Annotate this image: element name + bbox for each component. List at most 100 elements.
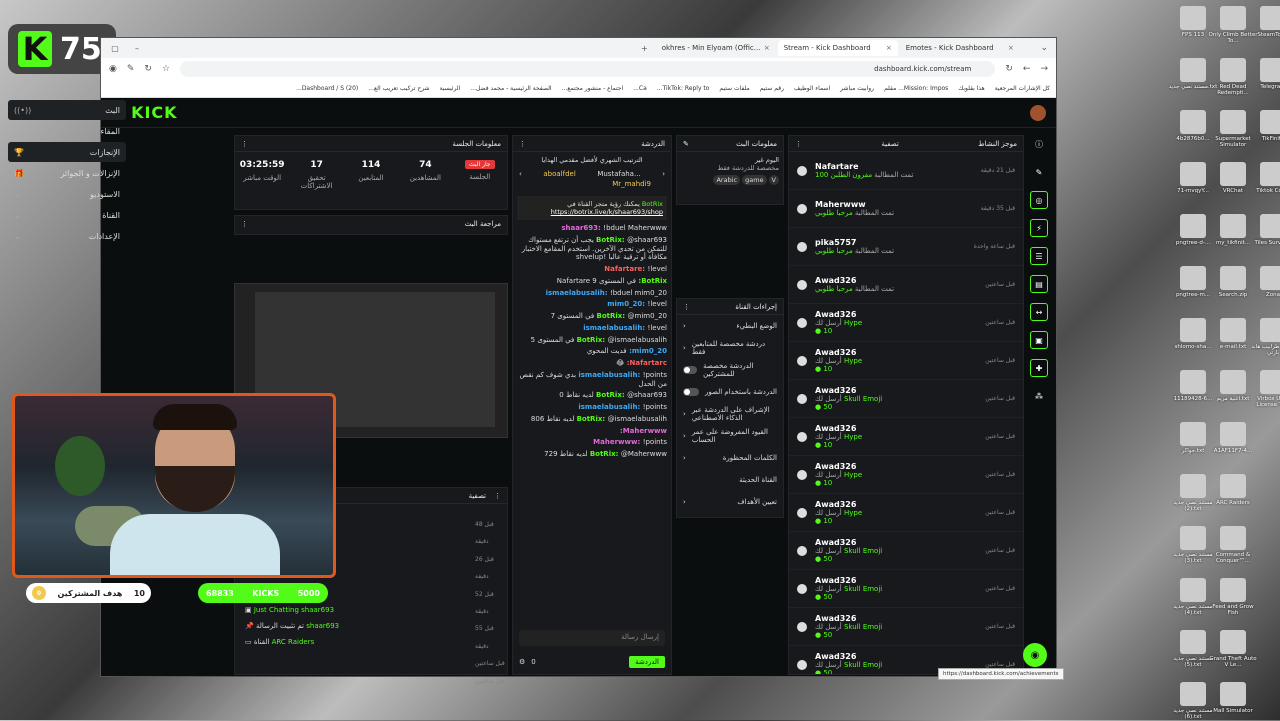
activity-user[interactable]: pika5757 xyxy=(815,238,966,247)
activity-user[interactable]: Nafartare xyxy=(815,162,973,171)
sidebar-item-content[interactable]: المقاء xyxy=(8,121,126,141)
desktop-icon[interactable]: A1AF11F7-4... xyxy=(1208,422,1258,454)
avatar[interactable] xyxy=(1030,104,1046,121)
bolt-icon[interactable]: ⚡ xyxy=(1030,219,1048,237)
chat-username[interactable]: Maherwww: xyxy=(620,427,667,435)
edit-icon[interactable]: ✎ xyxy=(1030,163,1048,181)
activity-user[interactable]: Awad326 xyxy=(815,538,977,547)
sidebar-item-drops[interactable]: 🎁 الإنزالات و الجوائز xyxy=(8,163,126,183)
chevron-right-icon[interactable]: › xyxy=(662,170,665,178)
activity-user[interactable]: Awad326 xyxy=(815,348,977,357)
more-icon[interactable]: ⋮ xyxy=(241,220,248,228)
bookmark-item[interactable]: ملفات ستيم xyxy=(719,85,749,92)
toggle[interactable] xyxy=(683,366,698,374)
sidebar-item-stream[interactable]: ((•)) البث xyxy=(8,100,126,120)
toggle[interactable] xyxy=(683,388,699,396)
help-fab-button[interactable]: ◉ xyxy=(1023,643,1047,667)
edit-icon[interactable]: ✎ xyxy=(683,140,689,148)
star-icon[interactable]: ☆ xyxy=(162,64,170,74)
filter-button[interactable]: تصفية xyxy=(881,140,898,148)
bookmark-item[interactable]: الصفحة الرئيسية - محمد فضل... xyxy=(470,85,551,92)
chat-username[interactable]: shaar693: xyxy=(561,224,603,232)
activity-user[interactable]: Awad326 xyxy=(815,276,977,285)
tag[interactable]: game xyxy=(742,175,767,185)
chat-username[interactable]: ismaelabusalih: xyxy=(578,403,642,411)
desktop-icon[interactable]: Tiles Survive! xyxy=(1248,214,1280,246)
more-icon[interactable]: ⋮ xyxy=(795,140,802,148)
bookmark-item[interactable]: كل الإشارات المرجعية xyxy=(995,85,1050,92)
bookmark-item[interactable]: Ca... xyxy=(633,85,647,92)
new-tab-button[interactable]: + xyxy=(641,44,648,53)
close-icon[interactable]: × xyxy=(764,44,770,52)
chat-input[interactable]: إرسال رسالة xyxy=(519,630,665,646)
chat-username[interactable]: ismaelabusalih: xyxy=(578,371,642,379)
forward-icon[interactable]: → xyxy=(1040,64,1048,74)
mod-goals[interactable]: › تعيين الأهداف xyxy=(677,491,783,513)
tab-list-icon[interactable]: ▢ xyxy=(105,44,125,53)
desktop-icon[interactable]: Tiktok Coins xyxy=(1248,162,1280,194)
more-icon[interactable]: ⋮ xyxy=(241,140,248,148)
bookmark-item[interactable]: TikTok: Reply to... xyxy=(657,85,710,92)
tab-youtube[interactable]: okhres - Min Elyoam (Offic... × xyxy=(656,40,776,56)
apps-icon[interactable]: ⁂ xyxy=(1030,387,1048,405)
desktop-icon[interactable]: ARC Raiders xyxy=(1208,474,1258,506)
sidebar-item-achievements[interactable]: 🏆 الإنجازات xyxy=(8,142,126,162)
activity-user[interactable]: Awad326 xyxy=(815,424,977,433)
mod-channel[interactable]: القناة الحديثة xyxy=(677,469,783,491)
chat-username[interactable]: Maherwww: xyxy=(593,438,643,446)
bookmark-item[interactable]: (20) Dashboard / S... xyxy=(296,85,358,92)
chat-username[interactable]: BotRix: xyxy=(577,415,608,423)
extension-icon[interactable]: ✎ xyxy=(127,64,135,74)
info-icon[interactable]: ⓘ xyxy=(1030,135,1048,153)
close-icon[interactable]: × xyxy=(1008,44,1014,52)
mod-ai-moderation[interactable]: › الإشراف على الدردشة عبر الذكاء الاصطناع… xyxy=(677,403,783,425)
refresh-icon[interactable]: ↻ xyxy=(144,64,152,74)
bookmark-item[interactable]: روابيت مباشر xyxy=(840,85,874,92)
mod-account-age[interactable]: › القيود المفروضة على عمر الحساب xyxy=(677,425,783,447)
chat-username[interactable]: BotRix: xyxy=(590,450,621,458)
chat-username[interactable]: BotRix: xyxy=(577,336,608,344)
chat-username[interactable]: BotRix: xyxy=(636,277,667,285)
more-icon[interactable]: ⋮ xyxy=(519,140,526,148)
mod-subs-only[interactable]: الدردشة مخصصة للمشتركين xyxy=(677,359,783,381)
mod-slow-mode[interactable]: › الوضع البطيء xyxy=(677,315,783,337)
back-icon[interactable]: ← xyxy=(1023,64,1031,74)
desktop-icon[interactable]: Grand Theft Auto V Le... xyxy=(1208,630,1258,669)
chat-username[interactable]: Nafartarc: xyxy=(624,359,667,367)
desktop-icon[interactable]: TikFinity xyxy=(1248,110,1280,142)
save-icon[interactable]: ▣ xyxy=(1030,331,1048,349)
activity-user[interactable]: Awad326 xyxy=(815,462,977,471)
chat-send-button[interactable]: الدردشة xyxy=(629,656,665,668)
activity-user[interactable]: Awad326 xyxy=(815,310,977,319)
desktop-icon[interactable]: Telegram xyxy=(1248,58,1280,90)
bookmark-item[interactable]: الرئيسية xyxy=(440,85,461,92)
chat-username[interactable]: Nafartare: xyxy=(604,265,647,273)
activity-user[interactable]: Awad326 xyxy=(815,500,977,509)
mod-banned-words[interactable]: › الكلمات المحظورة xyxy=(677,447,783,469)
desktop-icon[interactable]: SteamTools xyxy=(1248,6,1280,38)
bookmark-item[interactable]: رقم ستيم xyxy=(760,85,784,92)
reload-icon[interactable]: ↻ xyxy=(1005,64,1013,74)
desktop-icon[interactable]: Zona xyxy=(1248,266,1280,298)
desktop-icon[interactable]: Virbox User License Tool xyxy=(1248,370,1280,409)
mod-emote-only[interactable]: الدردشة باستخدام الصور xyxy=(677,381,783,403)
sidebar-item-studio[interactable]: ⌄ الاستوديو xyxy=(8,184,126,204)
desktop-icon[interactable]: Command & Conquer™... xyxy=(1208,526,1258,565)
chevron-down-icon[interactable]: ⌄ xyxy=(1040,43,1048,53)
bookmark-item[interactable]: شرح تركيب تعريب الع... xyxy=(368,85,429,92)
chat-username[interactable]: BotRix: xyxy=(596,236,627,244)
mod-followers-only[interactable]: › دردشة مخصصة للمتابعين فقط xyxy=(677,337,783,359)
tag[interactable]: Arabic xyxy=(713,175,741,185)
tab-stream[interactable]: Stream - Kick Dashboard × xyxy=(777,40,898,56)
url-input[interactable]: dashboard.kick.com/stream xyxy=(180,61,996,77)
sidebar-item-settings[interactable]: ⌄ الإعدادات xyxy=(8,226,126,246)
more-icon[interactable]: ⋮ xyxy=(494,492,501,500)
pinned-link[interactable]: https://botrix.live/k/shaar693/shop xyxy=(551,208,663,216)
activity-user[interactable]: Awad326 xyxy=(815,614,977,623)
kick-logo[interactable]: KICK xyxy=(131,103,178,122)
camera-icon[interactable]: ◎ xyxy=(1030,191,1048,209)
more-icon[interactable]: ⋮ xyxy=(683,303,690,311)
desktop-icon[interactable]: Mall Simulator xyxy=(1208,682,1258,714)
bookmark-item[interactable]: Mission: Impos... مقلم xyxy=(884,85,948,92)
sidebar-item-channel[interactable]: ⌄ القناة xyxy=(8,205,126,225)
